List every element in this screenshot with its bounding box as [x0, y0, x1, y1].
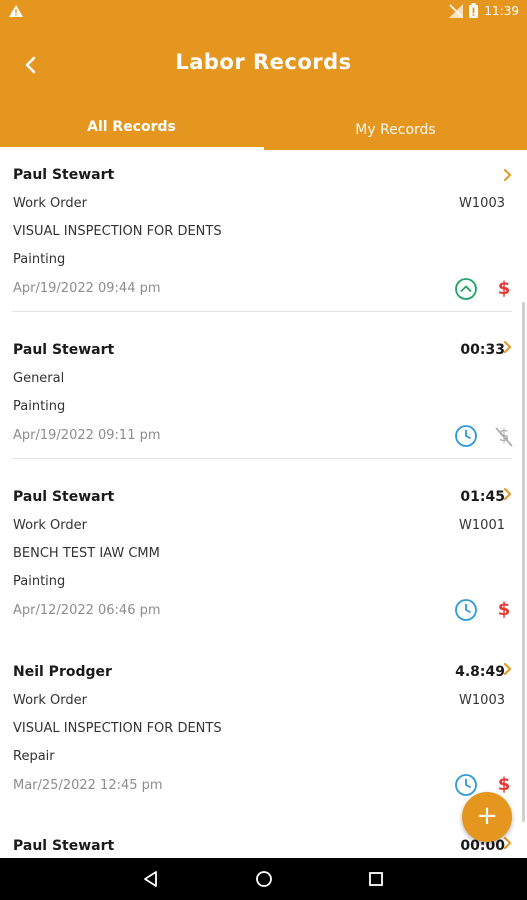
record-date: Apr/19/2022 09:11 pm [13, 428, 161, 443]
back-nav-icon[interactable] [141, 869, 161, 889]
record-item[interactable]: Paul Stewart Work Order W1003 VISUAL INS… [0, 150, 527, 313]
record-duration: 4.8:49 [455, 664, 505, 680]
clock-icon [455, 425, 477, 447]
home-nav-icon[interactable] [254, 869, 274, 889]
record-description: BENCH TEST IAW CMM [13, 546, 160, 561]
page-title: Labor Records [175, 50, 352, 74]
record-category: Painting [13, 252, 66, 267]
record-employee-name: Paul Stewart [13, 167, 115, 183]
record-employee-name: Paul Stewart [13, 838, 115, 854]
divider [12, 458, 512, 459]
chevron-up-circle-icon [455, 278, 477, 300]
record-item[interactable]: Paul Stewart 01:45 Work Order W1001 BENC… [0, 475, 527, 635]
add-record-button[interactable]: + [462, 792, 512, 842]
scrollbar[interactable] [522, 302, 525, 822]
record-date: Apr/12/2022 06:46 pm [13, 603, 161, 618]
record-type: Work Order [13, 693, 87, 708]
record-type: Work Order [13, 518, 87, 533]
no-sim-icon [449, 3, 464, 18]
record-duration: 00:33 [460, 342, 505, 358]
record-category: Repair [13, 749, 55, 764]
chevron-right-icon [504, 837, 511, 849]
chevron-right-icon [504, 169, 511, 181]
record-date: Apr/19/2022 09:44 pm [13, 281, 161, 296]
record-item[interactable]: Neil Prodger 4.8:49 Work Order W1003 VIS… [0, 650, 527, 810]
divider [12, 311, 512, 312]
dollar-off-icon: $ [492, 424, 516, 448]
record-description: VISUAL INSPECTION FOR DENTS [13, 224, 222, 239]
chevron-right-icon [504, 488, 511, 500]
navigation-bar [0, 858, 527, 900]
tab-all-records[interactable]: All Records [0, 119, 263, 150]
recents-nav-icon[interactable] [366, 869, 386, 889]
battery-icon [469, 3, 479, 18]
chevron-right-icon [504, 663, 511, 675]
record-type: Work Order [13, 196, 87, 211]
record-category: Painting [13, 399, 66, 414]
status-bar: 11:39 [0, 0, 527, 24]
record-description: VISUAL INSPECTION FOR DENTS [13, 721, 222, 736]
record-order-number: W1003 [459, 693, 505, 708]
record-item[interactable]: Paul Stewart 00:00 [0, 826, 527, 858]
records-list[interactable]: Paul Stewart Work Order W1003 VISUAL INS… [0, 150, 527, 858]
record-item[interactable]: Paul Stewart 00:33 General Painting Apr/… [0, 328, 527, 460]
record-employee-name: Paul Stewart [13, 489, 115, 505]
clock-icon [455, 774, 477, 796]
record-employee-name: Paul Stewart [13, 342, 115, 358]
dollar-icon: $ [497, 599, 511, 620]
record-type: General [13, 371, 65, 386]
tab-my-records[interactable]: My Records [264, 122, 527, 153]
record-employee-name: Neil Prodger [13, 664, 112, 680]
record-order-number: W1003 [459, 196, 505, 211]
warning-icon [9, 5, 23, 17]
clock-icon [455, 599, 477, 621]
record-order-number: W1001 [459, 518, 505, 533]
record-date: Mar/25/2022 12:45 pm [13, 778, 163, 793]
chevron-right-icon [504, 341, 511, 353]
record-category: Painting [13, 574, 66, 589]
record-duration: 01:45 [460, 489, 505, 505]
dollar-icon: $ [497, 278, 511, 299]
status-time: 11:39 [484, 3, 519, 18]
app-bar: Labor Records All Records My Records [0, 24, 527, 150]
